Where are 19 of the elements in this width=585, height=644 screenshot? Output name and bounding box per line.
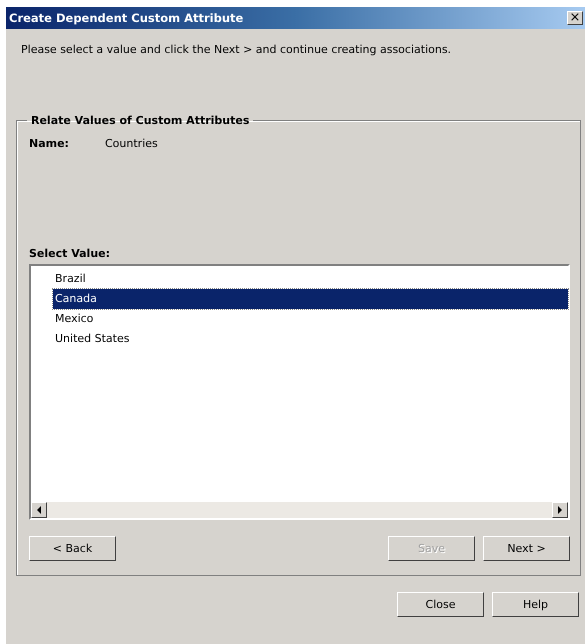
select-value-label: Select Value: [29,247,112,260]
value-list[interactable]: Brazil Canada Mexico United States [29,264,570,520]
instruction-text: Please select a value and click the Next > and continue creating associations. [21,43,452,56]
back-button[interactable]: < Back [29,536,116,561]
horizontal-scrollbar[interactable] [31,502,568,518]
close-dialog-button[interactable]: Close [397,592,484,617]
window-title: Create Dependent Custom Attribute [9,11,244,25]
next-button[interactable]: Next > [483,536,570,561]
list-item[interactable]: United States [53,329,568,349]
list-item[interactable]: Canada [53,289,568,309]
name-label: Name: [29,137,70,150]
list-item[interactable]: Brazil [53,269,568,289]
scroll-right-icon[interactable] [552,502,568,518]
group-title: Relate Values of Custom Attributes [30,114,250,127]
close-button[interactable]: × [567,11,583,25]
help-button[interactable]: Help [492,592,579,617]
name-value: Countries [105,137,158,150]
list-item[interactable]: Mexico [53,309,568,329]
scroll-left-icon[interactable] [31,502,47,518]
